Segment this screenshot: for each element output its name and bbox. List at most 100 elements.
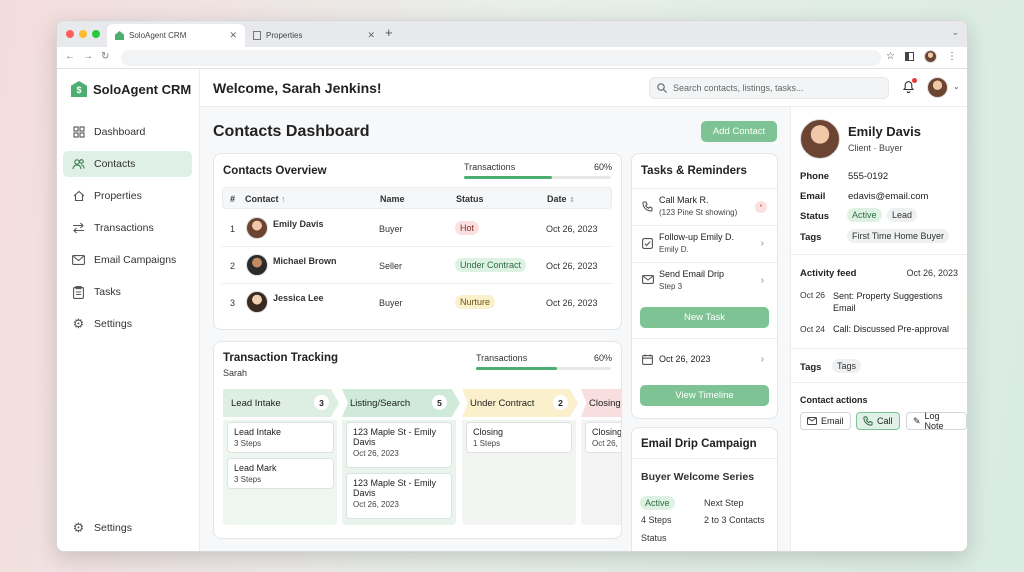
divider (791, 254, 967, 255)
deal-card[interactable]: Lead Mark 3 Steps (227, 458, 334, 489)
task-sub: Emily D. (659, 245, 689, 254)
tab-properties[interactable]: Properties ✕ (245, 24, 383, 47)
deal-card[interactable]: 123 Maple St - Emily Davis Oct 26, 2023 (346, 422, 452, 468)
email-drip-card: Email Drip Campaign Buyer Welcome Series… (631, 427, 778, 551)
sidebar-item-email-campaigns[interactable]: Email Campaigns (63, 247, 192, 273)
people-icon (72, 158, 85, 171)
search-input[interactable]: Search contacts, listings, tasks... (649, 77, 889, 99)
table-header: # Contact ↑ Name Status Date ⇕ (222, 187, 612, 209)
status-badge: Nurture (455, 295, 496, 309)
phone-value[interactable]: 555-0192 (848, 171, 888, 182)
sort-arrow-icon[interactable]: ↑ (281, 194, 286, 204)
sidebar-item-tasks[interactable]: Tasks (63, 279, 192, 305)
column-header-name[interactable]: Name (380, 194, 405, 204)
star-icon[interactable]: ☆ (886, 51, 895, 62)
stage-count: 3 (314, 395, 329, 410)
sidebar-footer-settings[interactable]: ⚙ Settings (63, 515, 192, 541)
reload-icon[interactable]: ↻ (101, 51, 109, 62)
deal-card[interactable]: Lead Intake 3 Steps (227, 422, 334, 453)
tab-label: SoloAgent CRM (129, 31, 187, 40)
new-task-button[interactable]: New Task (640, 307, 769, 328)
table-row[interactable]: 1 Emily Davis Buyer Hot Oct 26, 2023 (222, 210, 612, 247)
url-input[interactable] (121, 50, 881, 66)
house-icon (72, 190, 85, 203)
tab-soloagent-crm[interactable]: SoloAgent CRM ✕ (107, 24, 245, 47)
column-header-status[interactable]: Status (456, 194, 484, 204)
column-header-date[interactable]: Date ⇕ (547, 194, 575, 204)
tag-chip[interactable]: First Time Home Buyer (847, 229, 950, 243)
sidebar-item-settings[interactable]: ⚙ Settings (63, 311, 192, 337)
contact-name[interactable]: Michael Brown (273, 256, 337, 266)
chevron-right-icon[interactable]: › (761, 275, 764, 286)
row-number: 3 (230, 298, 236, 308)
add-contact-button[interactable]: Add Contact (701, 121, 777, 142)
date-picker[interactable]: Oct 26, 2023 › (632, 342, 777, 379)
main-content: Contacts Dashboard Add Contact Contacts … (200, 107, 790, 551)
view-timeline-button[interactable]: View Timeline (640, 385, 769, 406)
progress-value: 60% (594, 162, 613, 172)
stage-name: Under Contract (470, 397, 535, 409)
sidebar-item-contacts[interactable]: Contacts (63, 151, 192, 177)
close-tab-icon[interactable]: ✕ (367, 30, 375, 41)
drip-status-label: Status (641, 533, 667, 543)
sidepanel-icon[interactable] (905, 52, 914, 61)
sidebar-item-properties[interactable]: Properties (63, 183, 192, 209)
close-tab-icon[interactable]: ✕ (229, 30, 237, 41)
table-row[interactable]: 3 Jessica Lee Buyer Nurture Oct 26, 2023 (222, 284, 612, 321)
column-header-contact[interactable]: Contact ↑ (245, 194, 286, 204)
progress-fill (476, 367, 557, 370)
chevron-right-icon[interactable]: › (761, 238, 764, 249)
brand[interactable]: $ SoloAgent CRM (71, 81, 191, 97)
task-item[interactable]: Send Email Drip Step 3 › (632, 262, 777, 299)
contact-avatar (246, 291, 268, 313)
contact-avatar (246, 254, 268, 276)
email-action-button[interactable]: Email (800, 412, 851, 430)
gear-icon: ⚙ (72, 520, 85, 535)
sidebar-item-dashboard[interactable]: Dashboard (63, 119, 192, 145)
deal-sub: Oct 26, 2023 (353, 449, 399, 458)
back-icon[interactable]: ← (65, 51, 75, 62)
tab-bar: SoloAgent CRM ✕ Properties ✕ + ⌄ (57, 21, 967, 47)
email-value[interactable]: edavis@email.com (848, 191, 928, 202)
chevron-down-icon[interactable]: ⌄ (953, 82, 960, 91)
button-label: Email (821, 416, 844, 426)
contact-name[interactable]: Emily Davis (273, 219, 324, 229)
deal-card[interactable]: Closing Oct 26, (585, 422, 621, 453)
sidebar: $ SoloAgent CRM Dashboard Contacts Prope… (57, 69, 200, 551)
table-row[interactable]: 2 Michael Brown Seller Under Contract Oc… (222, 247, 612, 284)
tab-list-chevron-icon[interactable]: ⌄ (951, 27, 959, 38)
more-menu-icon[interactable]: ⋮ (947, 51, 957, 62)
mail-icon (642, 275, 654, 284)
minimize-window-dot[interactable] (79, 30, 87, 38)
deal-sub: Oct 26, (592, 439, 618, 448)
sort-icon[interactable]: ⇕ (569, 197, 575, 204)
sidebar-item-transactions[interactable]: Transactions (63, 215, 192, 241)
stage-closing[interactable]: Closing (581, 389, 621, 417)
sidebar-item-label: Contacts (94, 158, 136, 170)
search-placeholder: Search contacts, listings, tasks... (673, 83, 804, 93)
maximize-window-dot[interactable] (92, 30, 100, 38)
chevron-right-icon[interactable]: › (761, 354, 764, 365)
log-note-button[interactable]: ✎ Log Note (906, 411, 967, 431)
mail-icon (72, 254, 85, 267)
task-item[interactable]: Follow-up Emily D. Emily D. › (632, 225, 777, 262)
browser-profile-avatar[interactable] (924, 50, 937, 63)
contact-name[interactable]: Jessica Lee (273, 293, 324, 303)
task-item[interactable]: Call Mark R. (123 Pine St showing) • (632, 188, 777, 225)
tag-chip[interactable]: Tags (832, 359, 862, 373)
task-sub: (123 Pine St showing) (659, 208, 738, 217)
deal-card[interactable]: 123 Maple St - Emily Davis Oct 26, 2023 (346, 473, 452, 519)
user-avatar[interactable] (927, 77, 948, 98)
contact-type: Buyer (379, 298, 403, 308)
activity-title: Activity feed (800, 268, 857, 279)
forward-icon[interactable]: → (83, 51, 93, 62)
close-window-dot[interactable] (66, 30, 74, 38)
new-tab-button[interactable]: + (385, 25, 393, 40)
phone-icon (863, 416, 873, 426)
gear-icon: ⚙ (72, 316, 85, 331)
column-header-number: # (230, 194, 236, 204)
deal-card[interactable]: Closing 1 Steps (466, 422, 572, 453)
tasks-card: Tasks & Reminders Call Mark R. (123 Pine… (631, 153, 778, 419)
call-action-button[interactable]: Call (856, 412, 900, 430)
transaction-tracking-title: Transaction Tracking (223, 352, 339, 364)
